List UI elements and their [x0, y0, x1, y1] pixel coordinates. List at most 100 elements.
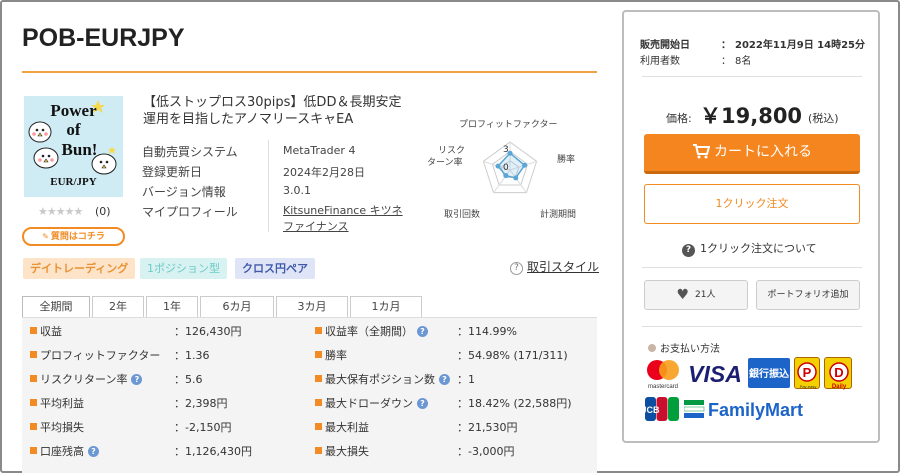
tab-1-month[interactable]: 1カ月 — [350, 296, 422, 317]
sale-start-value: 2022年11月9日 14時25分 — [735, 40, 866, 51]
radar-point-period — [513, 175, 519, 181]
sidebar-divider — [642, 267, 862, 268]
radar-point-trades — [503, 173, 509, 179]
tab-3-months[interactable]: 3カ月 — [276, 296, 348, 317]
stat-value: ：-3,000円 — [457, 443, 514, 459]
users-colon: ： — [721, 56, 731, 67]
thumbnail-text-line: Bun! — [61, 140, 98, 159]
one-click-info-label: 1クリック注文について — [700, 242, 817, 255]
familymart-logo: FamilyMart — [683, 396, 844, 422]
trade-style-link[interactable]: ? 取引スタイル — [510, 258, 599, 275]
daily-logo: D Daily — [824, 357, 852, 390]
help-icon: ? — [682, 244, 695, 257]
stat-value: ：21,530円 — [457, 419, 518, 435]
one-click-order-button[interactable]: 1クリック注文 — [644, 184, 860, 224]
svg-text:D: D — [834, 365, 843, 380]
cart-icon — [693, 144, 710, 159]
stat-label-text: 最大損失 — [325, 445, 369, 458]
stat-row: 最大保有ポジション数? ：1 — [22, 368, 597, 392]
radar-label-period: 計測期間 — [540, 210, 577, 220]
price: ￥19,800 — [700, 104, 803, 128]
stat-value: ：54.98% (171/311) — [457, 347, 568, 363]
stat-label: 最大損失 — [325, 443, 369, 459]
info-icon[interactable]: ? — [417, 398, 428, 409]
sidebar-divider — [642, 326, 862, 327]
question-button-label: 質問はコチラ — [50, 232, 105, 242]
pay-easy-label: Pay-easy — [800, 384, 817, 389]
stat-label: 最大保有ポジション数? — [325, 371, 450, 387]
sidebar-divider — [642, 76, 862, 77]
bullet-square-icon — [315, 375, 322, 382]
tab-all-period[interactable]: 全期間 — [22, 296, 90, 317]
tab-6-months[interactable]: 6カ月 — [200, 296, 274, 317]
thumbnail-text-line: EUR/JPY — [50, 176, 97, 188]
tag-cross-yen[interactable]: クロス円ペア — [235, 258, 315, 279]
stat-row: 最大利益 ：21,530円 — [22, 416, 597, 440]
spec-label-profile: マイプロフィール — [142, 205, 238, 219]
question-button[interactable]: ✎ 質問はコチラ — [22, 227, 125, 246]
stat-label: 最大利益 — [325, 419, 369, 435]
stat-value: ：1 — [457, 371, 475, 387]
tab-1-year[interactable]: 1年 — [146, 296, 198, 317]
stat-value: ：18.42% (22,588円) — [457, 395, 572, 411]
stat-value-text: 18.42% (22,588円) — [468, 397, 572, 410]
tab-2-years[interactable]: 2年 — [92, 296, 144, 317]
stat-value-text: 54.98% (171/311) — [468, 349, 568, 362]
trade-style-label: 取引スタイル — [527, 260, 600, 274]
visa-label: VISA — [688, 361, 742, 387]
spec-label-version: バージョン情報 — [142, 185, 226, 199]
stat-row: 最大損失 ：-3,000円 — [22, 440, 597, 464]
spec-label-updated: 登録更新日 — [142, 165, 203, 179]
stat-label-text: 勝率 — [325, 349, 347, 362]
payment-title-label: お支払い方法 — [660, 344, 720, 355]
stat-value-text: 114.99% — [468, 325, 517, 338]
spec-value-platform: MetaTrader 4 — [283, 144, 356, 157]
tag-day-trading[interactable]: デイトレーディング — [23, 258, 136, 279]
title-divider — [22, 71, 597, 73]
info-icon[interactable]: ? — [439, 374, 450, 385]
favorite-count: 21人 — [695, 290, 716, 300]
add-to-cart-label: カートに入れる — [714, 144, 812, 160]
product-thumbnail[interactable]: Power of Bun! EUR/JPY — [24, 96, 123, 197]
users-label: 利用者数 — [640, 56, 680, 67]
tag-one-position[interactable]: 1ポジション型 — [140, 258, 227, 279]
svg-text:P: P — [803, 365, 812, 380]
thumbnail-text-line: of — [66, 120, 81, 139]
stat-label-text: 最大ドローダウン — [325, 397, 413, 410]
stat-separator: ： — [457, 421, 468, 434]
stat-label: 最大ドローダウン? — [325, 395, 428, 411]
info-icon[interactable]: ? — [417, 326, 428, 337]
review-count: (0) — [95, 205, 111, 218]
stat-separator: ： — [457, 349, 468, 362]
daily-label: Daily — [832, 384, 847, 390]
stat-separator: ： — [457, 397, 468, 410]
one-click-info-link[interactable]: ? 1クリック注文について — [682, 240, 817, 257]
stat-value-text: 21,530円 — [468, 421, 518, 434]
stat-row: 最大ドローダウン? ：18.42% (22,588円) — [22, 392, 597, 416]
stat-label-text: 最大利益 — [325, 421, 369, 434]
radar-chart — [482, 141, 538, 194]
stat-label: 勝率 — [325, 347, 347, 363]
mastercard-label: mastercard — [648, 384, 678, 390]
price-tax-note: (税込) — [808, 112, 839, 125]
stat-label-text: 収益率（全期間） — [325, 325, 413, 338]
bank-transfer-logo: 銀行振込 — [748, 358, 790, 388]
pencil-icon: ✎ — [42, 232, 49, 241]
add-portfolio-button[interactable]: ポートフォリオ追加 — [756, 280, 860, 310]
stat-value-text: 1 — [468, 373, 475, 386]
product-description: 【低ストップロス30pips】低DD＆長期安定運用を目指したアノマリースキャEA — [143, 95, 402, 127]
stat-separator: ： — [457, 373, 468, 386]
add-to-cart-button[interactable]: カートに入れる — [644, 134, 860, 174]
profile-link[interactable]: KitsuneFinance キツネファイナンス — [283, 203, 408, 235]
bullet-square-icon — [315, 327, 322, 334]
price-label: 価格: — [666, 112, 692, 125]
users-value: 8名 — [735, 56, 752, 67]
question-circle-icon: ? — [510, 262, 523, 275]
radar-label-risk-2: ターン率 — [427, 158, 463, 168]
heart-icon: ♥ — [676, 287, 690, 303]
jcb-label: JCB — [644, 405, 660, 415]
radar-scale-zero: 0 — [503, 163, 509, 173]
favorite-button[interactable]: ♥ 21人 — [644, 280, 748, 310]
payment-methods-title: お支払い方法 — [648, 340, 720, 355]
dot-icon — [648, 344, 656, 352]
